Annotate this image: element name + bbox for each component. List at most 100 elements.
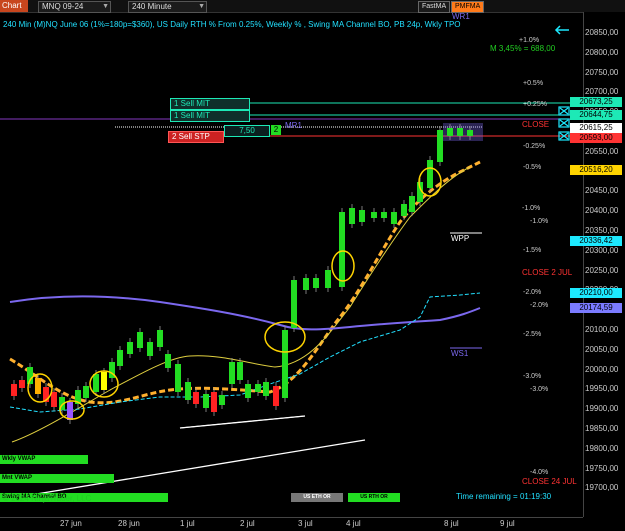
trend-line-support [179, 415, 306, 429]
pct-label: +0.25% [523, 101, 547, 108]
candle-body [67, 402, 73, 420]
price-tick: 20400,00 [585, 206, 619, 216]
candle-body [447, 128, 453, 136]
chevron-down-icon: ▼ [102, 3, 109, 10]
sell-stp-order-label: 2 Sell STP [172, 132, 210, 141]
candle-body [303, 278, 309, 290]
sell-mit-order-1-label: 1 Sell MIT [174, 99, 211, 108]
price-chart[interactable] [0, 12, 583, 517]
price-tick: 20350,00 [585, 226, 619, 235]
candle-body [359, 210, 365, 222]
candle-body [185, 382, 191, 400]
candle-body [339, 212, 345, 287]
price-tick: 19850,00 [585, 424, 619, 433]
candle-body [349, 208, 355, 224]
candle-body [137, 332, 143, 348]
time-tick: 4 jul [346, 519, 361, 528]
candle-body [11, 384, 17, 396]
chart-title: 240 Min (M)NQ June 06 (1%=180p=$360), US… [3, 20, 461, 29]
price-tick: 20000,00 [585, 364, 619, 374]
pct-label: -2.0% [530, 302, 549, 309]
back-arrow-icon[interactable] [554, 25, 569, 35]
candle-body [83, 386, 89, 398]
candle-body [273, 386, 279, 406]
candle-body [229, 362, 235, 384]
gain-readout: M 3,45% = 688,00 [490, 44, 556, 53]
weekly-ma-line [9, 295, 481, 331]
price-tick: 20250,00 [585, 265, 619, 275]
pct-label: -1.0% [530, 218, 549, 225]
time-axis[interactable] [0, 517, 583, 531]
candle-body [165, 354, 171, 368]
time-tick: 8 jul [444, 519, 459, 528]
candle-body [409, 196, 415, 212]
mnt-vwap-label: Mnt VWAP [0, 474, 114, 483]
price-label: 20615,25 [570, 123, 622, 133]
sell-stp-order[interactable]: 2 Sell STP [168, 131, 224, 143]
chevron-down-icon: ▼ [198, 3, 205, 10]
ws1-label: WS1 [451, 349, 469, 358]
pct-label: -3.0% [530, 386, 549, 393]
candle-body [147, 342, 153, 356]
candle-body [255, 384, 261, 392]
pct-label: -0.5% [523, 164, 542, 171]
trend-line[interactable] [0, 439, 366, 501]
candle-body [101, 372, 107, 390]
candle-body [157, 330, 163, 347]
pct-label: -2.5% [523, 331, 542, 338]
chart-tab[interactable]: Chart [0, 0, 28, 12]
candle-body [35, 378, 41, 394]
sell-mit-order-2[interactable]: 1 Sell MIT [170, 110, 250, 122]
close-24jul-label: CLOSE 24 JUL [522, 477, 577, 486]
time-remaining: Time remaining = 01:19:30 [456, 492, 552, 501]
price-tick: 19950,00 [585, 384, 619, 394]
candle-body [401, 204, 407, 216]
candle-body [203, 394, 209, 408]
price-label: 20210,00 [570, 288, 622, 298]
position-count[interactable]: 2 [271, 125, 281, 135]
mr1-label: MR1 [285, 121, 302, 130]
pct-label: -3.0% [523, 373, 542, 380]
price-label: 20673,25 [570, 97, 622, 107]
candle-body [381, 212, 387, 218]
us-rth-or-button[interactable]: US RTH OR [348, 493, 400, 502]
pct-label: -1.5% [523, 247, 542, 254]
candle-body [313, 278, 319, 288]
candle-body [175, 364, 181, 392]
time-tick: 1 jul [180, 519, 195, 528]
price-label: 20516,20 [570, 165, 622, 175]
time-tick: 9 jul [500, 519, 515, 528]
time-tick: 2 jul [240, 519, 255, 528]
candle-body [117, 350, 123, 366]
price-tick: 20700,00 [585, 87, 619, 97]
close-icon[interactable] [558, 106, 570, 116]
pct-label: +0.5% [523, 80, 544, 87]
pct-label: -1.0% [522, 205, 541, 212]
candle-body [93, 374, 99, 392]
us-eth-or-button[interactable]: US ETH OR [291, 493, 343, 502]
pct-label: -0.25% [523, 143, 546, 150]
price-tick: 19750,00 [585, 463, 619, 473]
candle-body [263, 382, 269, 396]
candle-body [211, 392, 217, 412]
wkly-vwap-label: Wkly VWAP [0, 455, 88, 464]
price-tick: 20100,00 [585, 325, 619, 334]
price-tick: 20800,00 [585, 47, 619, 57]
position-quantity[interactable]: 7,50 [224, 125, 270, 137]
pct-label: +1.0% [519, 37, 540, 44]
price-tick: 20050,00 [585, 344, 619, 354]
sell-mit-order-1[interactable]: 1 Sell MIT [170, 98, 250, 110]
candle-body [457, 128, 463, 136]
candle-body [237, 362, 243, 380]
candle-body [467, 130, 473, 136]
candle-body [427, 160, 433, 188]
candle-body [437, 130, 443, 162]
candle-body [19, 380, 25, 388]
wpp-label: WPP [451, 234, 470, 243]
candle-body [282, 330, 288, 398]
price-label: 20644,75 [570, 110, 622, 120]
close-icon[interactable] [558, 118, 570, 128]
candle-body [127, 342, 133, 354]
pct-label: -2.0% [523, 289, 542, 296]
time-tick: 28 jun [118, 519, 140, 528]
